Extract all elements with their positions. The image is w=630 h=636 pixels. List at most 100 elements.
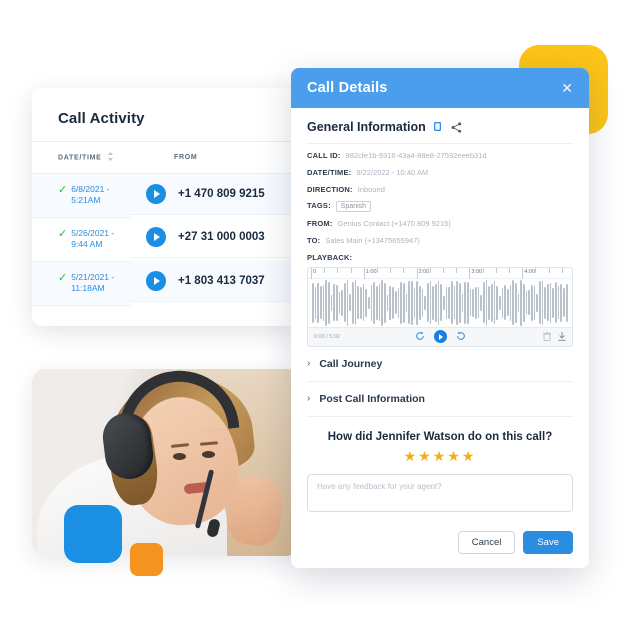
star-icon[interactable]: ★ <box>404 448 419 464</box>
forward-icon[interactable] <box>456 328 466 346</box>
row-time: 11:18AM <box>71 283 105 294</box>
waveform-bar <box>560 284 563 322</box>
check-icon: ✓ <box>58 184 68 196</box>
waveform-bar <box>501 288 504 318</box>
row-datetime-cell: ✓ 5/21/2021 - 11:18AM <box>32 261 130 306</box>
chevron-right-icon: › <box>307 357 311 369</box>
decorative-orange-square <box>130 543 163 576</box>
waveform-bar <box>386 295 389 311</box>
ruler-label: 1:00 <box>365 268 377 275</box>
waveform-bar <box>509 284 512 321</box>
cancel-button[interactable]: Cancel <box>457 531 516 554</box>
table-row[interactable]: ✓ 5/26/2021 - 9:44 AM +27 31 000 0003 <box>32 217 300 262</box>
waveform-bar <box>555 282 557 324</box>
waveform-bar <box>376 285 378 320</box>
waveform-bar <box>333 284 336 322</box>
play-icon[interactable] <box>146 227 166 248</box>
waveform-bar <box>525 291 528 315</box>
waveform-bar <box>421 288 424 318</box>
column-header-from[interactable]: FROM <box>130 141 300 174</box>
ruler-minor-tick <box>495 267 497 273</box>
waveform-bar <box>520 279 523 326</box>
field-label: DATE/TIME: <box>307 167 352 177</box>
waveform-bar <box>523 283 525 323</box>
waveform-bar <box>549 282 552 324</box>
call-activity-card: Call Activity DATE/TIME FROM ✓ 6/8/2021 … <box>32 88 300 326</box>
waveform-bar <box>402 282 405 323</box>
ruler-minor-tick <box>403 267 405 273</box>
waveform-bar <box>445 286 448 319</box>
playback-label: PLAYBACK: <box>307 252 353 262</box>
waveform-bar <box>512 280 515 326</box>
close-icon[interactable]: ✕ <box>561 81 573 95</box>
waveform-bar <box>416 280 418 325</box>
waveform-bar <box>450 281 453 325</box>
field-to: TO: Sales Main (+13475655947) <box>307 236 573 246</box>
waveform-bar <box>541 280 544 326</box>
row-phone-number: +27 31 000 0003 <box>178 231 265 244</box>
table-row[interactable]: ✓ 6/8/2021 - 5:21AM +1 470 809 9215 <box>32 173 300 218</box>
modal-footer: Cancel Save <box>291 521 589 568</box>
collapsible-post-call-information[interactable]: › Post Call Information <box>307 382 573 417</box>
row-date: 5/26/2021 - <box>71 227 115 238</box>
waveform-bar <box>312 282 314 323</box>
section-title: General Information <box>307 120 426 134</box>
waveform-controls: 0:00 / 5:02 <box>308 326 572 346</box>
sort-icon[interactable] <box>108 152 114 163</box>
star-icon[interactable]: ★ <box>462 448 477 464</box>
ruler-minor-tick <box>377 267 378 273</box>
ruler-minor-tick <box>429 267 431 273</box>
star-icon[interactable]: ★ <box>418 448 433 464</box>
share-icon[interactable] <box>451 121 462 133</box>
waveform-bar <box>397 288 400 318</box>
waveform-bar <box>531 285 533 321</box>
waveform-bar <box>330 294 333 311</box>
ruler-tick <box>416 267 418 279</box>
waveform-bar <box>362 284 365 322</box>
row-time: 9:44 AM <box>71 239 103 250</box>
waveform-bar <box>448 286 450 319</box>
waveform-bar <box>507 289 509 317</box>
waveform-bar <box>320 286 322 320</box>
play-icon[interactable] <box>433 330 447 344</box>
save-button[interactable]: Save <box>523 531 573 554</box>
star-rating[interactable]: ★★★★★ <box>307 448 573 465</box>
copy-icon[interactable] <box>433 121 443 133</box>
feedback-input[interactable] <box>307 473 573 512</box>
play-icon[interactable] <box>146 271 166 292</box>
column-header-datetime[interactable]: DATE/TIME <box>32 141 130 174</box>
waveform-bar <box>317 283 320 323</box>
collapsible-call-journey[interactable]: › Call Journey <box>307 347 573 382</box>
waveform-bar <box>458 282 461 323</box>
field-datetime: DATE/TIME: 9/22/2022 - 10:40 AM <box>307 168 573 178</box>
waveform-bar <box>533 286 536 320</box>
ruler-tick <box>469 267 471 279</box>
field-value: Genius Contact (+1470 809 9215) <box>337 219 451 229</box>
waveform-bar <box>552 287 555 319</box>
waveform[interactable] <box>308 279 572 327</box>
rewind-icon[interactable] <box>415 328 425 346</box>
waveform-bar <box>410 281 413 325</box>
star-icon[interactable]: ★ <box>447 448 462 464</box>
waveform-bar <box>536 294 539 312</box>
ruler-minor-tick <box>390 267 392 273</box>
rating-question: How did Jennifer Watson do on this call? <box>327 430 553 443</box>
waveform-bar <box>466 282 469 324</box>
ruler-label: 2:00 <box>418 268 430 275</box>
waveform-bar <box>344 283 346 323</box>
waveform-bar <box>381 279 384 326</box>
waveform-bar <box>328 282 330 324</box>
row-datetime-text: 6/8/2021 - 5:21AM <box>71 184 109 207</box>
ruler-label: 3:00 <box>471 268 483 275</box>
field-call-id: CALL ID: 982cfe1b-9316-43a4-88e8-27592ee… <box>307 151 573 161</box>
star-icon[interactable]: ★ <box>433 448 448 464</box>
play-icon[interactable] <box>146 184 166 204</box>
collapsible-label: Post Call Information <box>319 392 425 405</box>
row-from-cell: +27 31 000 0003 <box>130 217 300 259</box>
ruler-minor-tick <box>456 267 458 273</box>
waveform-bar <box>370 285 373 321</box>
table-row[interactable]: ✓ 5/21/2021 - 11:18AM +1 803 413 7037 <box>32 261 300 306</box>
row-from-cell: +1 470 809 9215 <box>130 174 300 215</box>
tag-badge[interactable]: Spanish <box>335 201 372 213</box>
waveform-ruler: 0 1:00 2:00 3:00 4:00 <box>308 267 572 279</box>
